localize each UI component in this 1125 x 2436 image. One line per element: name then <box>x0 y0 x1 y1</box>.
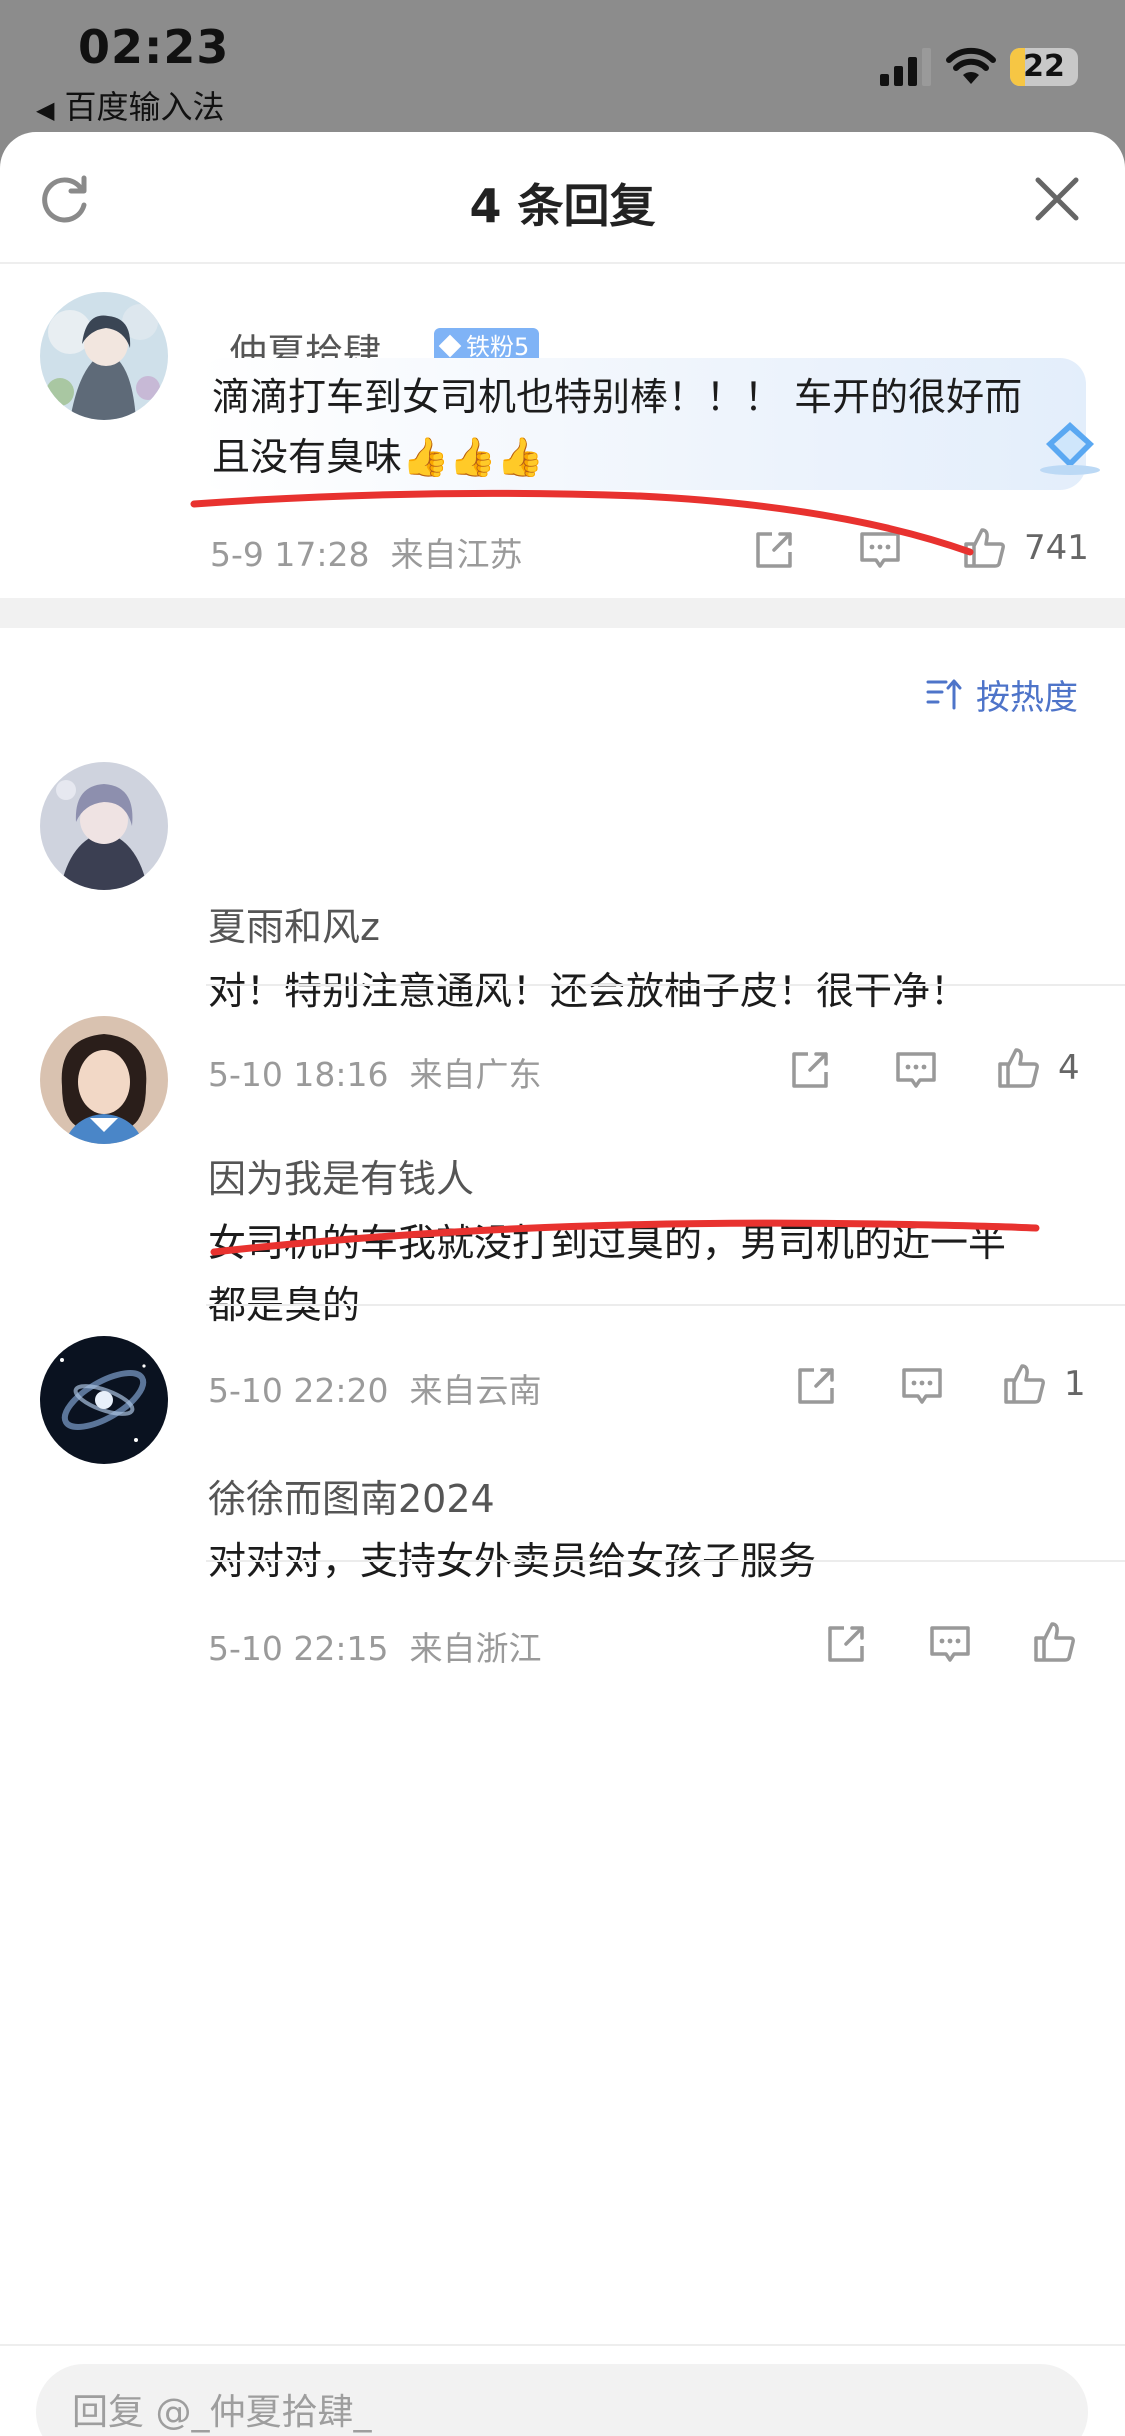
divider <box>206 984 1125 986</box>
reply-meta: 5-10 22:15 来自浙江 <box>208 1622 541 1670</box>
person-avatar-image <box>40 1016 168 1144</box>
avatar[interactable] <box>40 1336 168 1464</box>
input-divider <box>0 2344 1125 2346</box>
status-time: 02:23 <box>78 20 230 74</box>
comment-icon[interactable] <box>858 528 902 572</box>
reply-meta: 5-10 18:16 来自广东 <box>208 1048 541 1096</box>
like-icon[interactable] <box>1002 1362 1046 1406</box>
comment-icon[interactable] <box>900 1364 944 1408</box>
reply-time: 5-10 22:15 <box>208 1629 389 1668</box>
divider <box>206 1560 1125 1562</box>
reply-time: 5-10 22:20 <box>208 1371 389 1410</box>
diamond-decoration-icon <box>1040 422 1100 475</box>
reply-text-line-1: 对！特别注意通风！还会放柚子皮！很干净！ <box>208 969 969 1013</box>
like-icon[interactable] <box>1032 1620 1076 1664</box>
reply-time: 5-10 18:16 <box>208 1055 389 1094</box>
like-icon[interactable] <box>962 526 1006 570</box>
like-count: 741 <box>1024 528 1089 568</box>
share-icon[interactable] <box>752 528 796 572</box>
back-triangle-icon: ◀ <box>36 96 55 124</box>
comment-icon[interactable] <box>894 1048 938 1092</box>
reply-location: 来自云南 <box>409 1371 542 1410</box>
battery-icon: 22 <box>1010 48 1078 86</box>
comment-text-line-2: 且没有臭味👍👍👍 <box>212 435 544 479</box>
anime-avatar-image <box>40 292 168 420</box>
share-icon[interactable] <box>788 1048 832 1092</box>
sort-icon <box>926 679 962 710</box>
comment-location: 来自江苏 <box>390 535 523 574</box>
section-gap <box>0 598 1125 628</box>
replies-sheet: 4 条回复 _仲夏拾肆_ 铁粉5 滴滴打车到女司机也特别棒！！！ 车开的很好而 … <box>0 132 1125 2436</box>
close-icon[interactable] <box>1034 176 1080 222</box>
anime-avatar-image <box>40 762 168 890</box>
reply-input[interactable] <box>36 2364 1088 2436</box>
reply-text-line-1: 女司机的车我就没打到过臭的，男司机的近一半 <box>208 1221 1007 1265</box>
battery-level: 22 <box>1023 49 1065 84</box>
back-app-label: 百度输入法 <box>64 88 225 126</box>
cellular-signal-icon <box>880 48 931 86</box>
reply-username[interactable]: 夏雨和风z <box>208 896 380 951</box>
sheet-title: 4 条回复 <box>469 179 656 233</box>
galaxy-avatar-image <box>40 1336 168 1464</box>
share-icon[interactable] <box>824 1622 868 1666</box>
back-to-app-link[interactable]: ◀ 百度输入法 <box>36 82 224 128</box>
comment-icon[interactable] <box>928 1622 972 1666</box>
sort-label: 按热度 <box>976 678 1078 718</box>
reply-username[interactable]: 因为我是有钱人 <box>208 1148 474 1203</box>
status-bar: 02:23 ◀ 百度输入法 22 <box>0 0 1125 140</box>
divider <box>206 1304 1125 1306</box>
wifi-icon <box>946 47 996 84</box>
avatar[interactable] <box>40 292 168 420</box>
like-count: 4 <box>1058 1048 1080 1088</box>
diamond-icon <box>438 334 462 358</box>
fan-badge-label: 铁粉5 <box>466 333 530 361</box>
avatar[interactable] <box>40 762 168 890</box>
comment-time: 5-9 17:28 <box>210 535 370 574</box>
reply-location: 来自广东 <box>409 1055 542 1094</box>
avatar[interactable] <box>40 1016 168 1144</box>
reply-location: 来自浙江 <box>409 1629 542 1668</box>
like-icon[interactable] <box>996 1046 1040 1090</box>
comment-meta: 5-9 17:28 来自江苏 <box>210 528 522 576</box>
comment-text-line-1: 滴滴打车到女司机也特别棒！！！ 车开的很好而 <box>212 375 1023 419</box>
share-icon[interactable] <box>794 1364 838 1408</box>
reply-username[interactable]: 徐徐而图南2024 <box>208 1468 495 1523</box>
reply-meta: 5-10 22:20 来自云南 <box>208 1364 541 1412</box>
sheet-header: 4 条回复 <box>0 132 1125 264</box>
like-count: 1 <box>1064 1364 1086 1404</box>
main-comment: _仲夏拾肆_ 铁粉5 滴滴打车到女司机也特别棒！！！ 车开的很好而 且没有臭味👍… <box>0 266 1125 598</box>
